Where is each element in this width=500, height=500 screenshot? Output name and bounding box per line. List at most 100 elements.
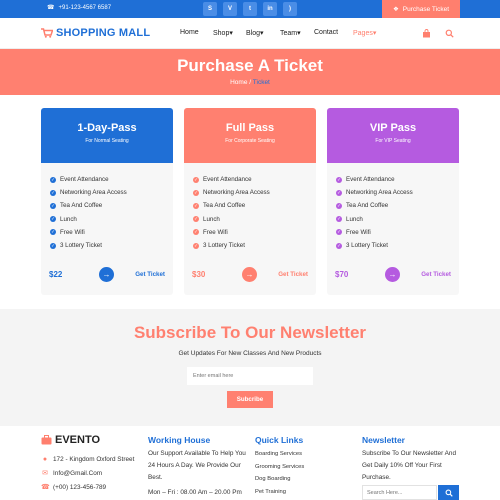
email-input[interactable] [187, 367, 313, 385]
skype-icon[interactable]: S [203, 2, 217, 16]
pricing-card-full: Full Pass For Corporate Seating ✓ Event A… [184, 108, 316, 295]
nav-home[interactable]: Home [180, 29, 199, 36]
feature-list: ✓ Event Attendance ✓ Networking Area Acces… [327, 163, 459, 252]
nav-pages[interactable]: Pages▾ [353, 29, 376, 37]
pricing-section: 1-Day-Pass For Normal Seating ✓ Event Att… [0, 95, 500, 309]
get-ticket-link[interactable]: Get Ticket [135, 271, 165, 278]
footer-brand[interactable]: EVENTO [41, 434, 100, 446]
feature-label: Lunch [60, 215, 77, 223]
feature-label: Networking Area Access [60, 189, 127, 197]
footer-search-input[interactable] [362, 485, 437, 500]
footer-newsletter-text: Subscribe To Our Newsletter And Get Dail… [362, 450, 457, 481]
logo-text: SHOPPING MALL [56, 27, 151, 39]
check-icon: ✓ [50, 229, 56, 236]
footer-email[interactable]: ✉ Info@Gmail.Com [41, 466, 134, 480]
check-icon: ✓ [336, 229, 342, 236]
feature-item: ✓ Lunch [50, 213, 173, 226]
phone-icon: ☎ [47, 5, 55, 11]
feature-item: ✓ Tea And Coffee [336, 199, 459, 212]
nav-team-label: Team [280, 30, 298, 37]
envelope-icon: ✉ [42, 470, 48, 477]
map-pin-icon: ● [42, 455, 48, 463]
feature-item: ✓ 3 Lottery Ticket [336, 239, 459, 252]
footer-link[interactable]: Dog Boarding [255, 473, 345, 486]
arrow-right-icon[interactable]: → [242, 267, 257, 282]
phone-number: +91-123-4567 6587 [58, 4, 112, 11]
purchase-ticket-button[interactable]: ❖ Purchase Ticket [382, 0, 460, 18]
social-links: S V t in ) [203, 2, 297, 16]
card-header: 1-Day-Pass For Normal Seating [41, 108, 173, 163]
nav-contact[interactable]: Contact [314, 29, 338, 36]
get-ticket-link[interactable]: Get Ticket [421, 271, 451, 278]
feature-item: ✓ Event Attendance [50, 173, 173, 186]
nav-team[interactable]: Team▾ [280, 29, 301, 37]
footer-link[interactable]: Grooming Services [255, 461, 345, 474]
footer-link[interactable]: Boarding Services [255, 448, 345, 461]
footer-address: ● 172 - Kingdom Oxford Street [41, 452, 134, 466]
address-text: 172 - Kingdom Oxford Street [53, 455, 135, 463]
search-icon[interactable] [445, 29, 454, 38]
check-icon: ✓ [193, 189, 199, 196]
pricing-card-1-day: 1-Day-Pass For Normal Seating ✓ Event Att… [41, 108, 173, 295]
feature-label: Tea And Coffee [346, 202, 389, 210]
footer-phone[interactable]: ☎ (+00) 123-456-789 [41, 480, 134, 494]
footer-working-hours: Working House Our Support Available To H… [148, 435, 248, 499]
linkedin-icon[interactable]: in [263, 2, 277, 16]
card-footer: $70 → Get Ticket [327, 267, 459, 282]
footer-brand-text: EVENTO [55, 434, 101, 446]
working-text: Our Support Available To Help You 24 Hou… [148, 450, 246, 481]
feature-label: Tea And Coffee [60, 202, 103, 210]
card-title: 1-Day-Pass [77, 122, 137, 134]
feature-item: ✓ Event Attendance [193, 173, 316, 186]
feature-label: 3 Lottery Ticket [60, 242, 102, 250]
check-icon: ✓ [193, 229, 199, 236]
card-title: VIP Pass [369, 122, 417, 134]
vimeo-icon[interactable]: V [223, 2, 237, 16]
chevron-down-icon: ▾ [372, 30, 377, 37]
card-header: VIP Pass For VIP Seating [327, 108, 459, 163]
breadcrumb: Home / Ticket [0, 79, 500, 86]
arrow-right-icon[interactable]: → [385, 267, 400, 282]
feature-item: ✓ 3 Lottery Ticket [50, 239, 173, 252]
card-price: $30 [192, 270, 206, 279]
header-actions [422, 29, 454, 38]
ticket-icon: ❖ [392, 6, 399, 13]
check-icon: ✓ [336, 189, 342, 196]
card-header: Full Pass For Corporate Seating [184, 108, 316, 163]
cart-icon [41, 28, 53, 38]
card-title: Full Pass [225, 122, 275, 134]
card-footer: $30 → Get Ticket [184, 267, 316, 282]
site-logo[interactable]: SHOPPING MALL [41, 27, 150, 39]
nav-blog[interactable]: Blog▾ [246, 29, 264, 37]
quick-links-title: Quick Links [255, 435, 304, 445]
chevron-down-icon: ▾ [229, 30, 233, 37]
briefcase-icon [41, 435, 52, 445]
footer-newsletter-title: Newsletter [362, 435, 405, 445]
breadcrumb-home[interactable]: Home [230, 79, 247, 86]
card-footer: $22 → Get Ticket [41, 267, 173, 282]
feature-item: ✓ Networking Area Access [193, 186, 316, 199]
arrow-right-icon[interactable]: → [99, 267, 114, 282]
rss-icon[interactable]: ) [283, 2, 297, 16]
feature-list: ✓ Event Attendance ✓ Networking Area Acces… [41, 163, 173, 252]
search-icon[interactable] [438, 485, 459, 500]
card-subtitle: For VIP Seating [375, 138, 411, 144]
feature-item: ✓ Free Wifi [193, 226, 316, 239]
nav-shop[interactable]: Shop▾ [213, 29, 233, 37]
shopping-bag-icon[interactable] [422, 29, 431, 38]
working-title: Working House [148, 435, 211, 445]
check-icon: ✓ [193, 216, 199, 223]
feature-label: Event Attendance [60, 176, 109, 184]
subscribe-button[interactable]: Subcribe [227, 391, 273, 408]
get-ticket-link[interactable]: Get Ticket [278, 271, 308, 278]
footer-link[interactable]: Pet Training [255, 486, 345, 499]
topbar-phone[interactable]: ☎ +91-123-4567 6587 [47, 4, 112, 12]
feature-label: Free Wifi [203, 228, 228, 236]
twitter-icon[interactable]: t [243, 2, 257, 16]
feature-item: ✓ 3 Lottery Ticket [193, 239, 316, 252]
check-icon: ✓ [193, 242, 199, 249]
feature-label: Lunch [346, 215, 363, 223]
working-hours: Mon – Fri : 08.00 Am – 20.00 Pm [148, 489, 242, 496]
nav-blog-label: Blog [246, 30, 261, 37]
card-subtitle: For Normal Seating [85, 138, 129, 144]
